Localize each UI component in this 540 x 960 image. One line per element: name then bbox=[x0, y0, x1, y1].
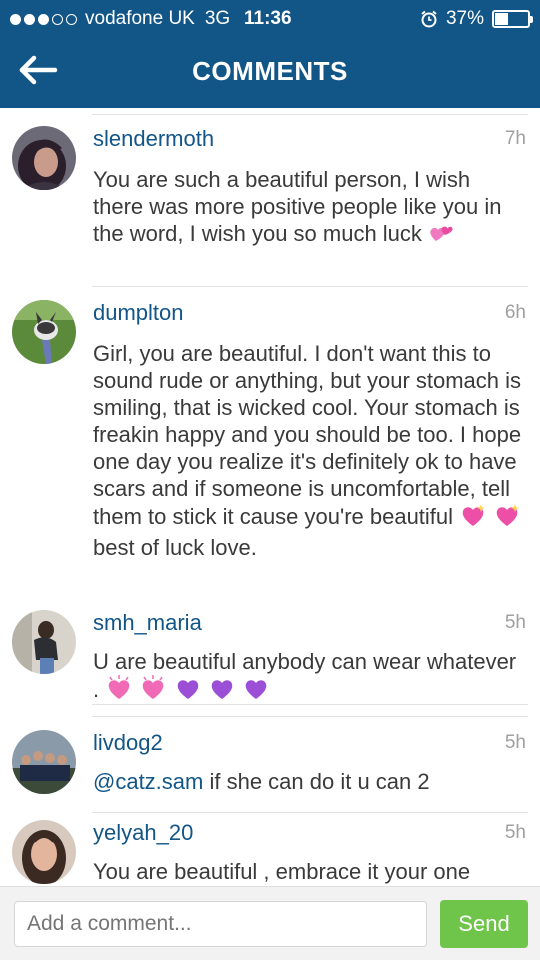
comment-input[interactable] bbox=[14, 901, 427, 947]
page-title: COMMENTS bbox=[192, 56, 348, 86]
comment-composer: Send bbox=[0, 886, 540, 960]
comment-time: 5h bbox=[504, 612, 526, 633]
comments-list[interactable]: slendermoth 7h You are such a beautiful … bbox=[0, 108, 540, 886]
divider bbox=[92, 812, 528, 813]
battery-percent: 37% bbox=[445, 8, 484, 29]
comment-username[interactable]: yelyah_20 bbox=[93, 820, 193, 846]
avatar[interactable] bbox=[12, 820, 76, 884]
clock: 11:36 bbox=[244, 8, 292, 29]
sparkling-heart-icon bbox=[493, 502, 521, 534]
hearts-icon bbox=[428, 221, 456, 251]
comment-text: You are such a beautiful person, I wish … bbox=[93, 166, 523, 251]
comment-text: U are beautiful anybody can wear whateve… bbox=[93, 648, 523, 707]
purple-heart-icon bbox=[208, 675, 236, 707]
divider bbox=[92, 716, 528, 717]
comment-username[interactable]: livdog2 bbox=[93, 730, 163, 756]
divider bbox=[92, 286, 528, 287]
send-button[interactable]: Send bbox=[440, 900, 528, 948]
comment-text: @catz.sam if she can do it u can 2 bbox=[93, 769, 430, 794]
comment-username[interactable]: dumplton bbox=[93, 300, 184, 326]
network-type: 3G bbox=[204, 8, 231, 29]
battery-icon bbox=[492, 10, 533, 28]
status-left: vodafone UK 3G bbox=[10, 8, 230, 30]
mention-link[interactable]: @catz.sam bbox=[93, 769, 203, 794]
comment-time: 5h bbox=[504, 822, 526, 843]
carrier-name: vodafone UK bbox=[85, 8, 195, 29]
signal-strength-icon bbox=[10, 13, 77, 25]
alarm-icon bbox=[421, 10, 437, 28]
avatar[interactable] bbox=[12, 126, 76, 190]
sparkling-heart-icon bbox=[139, 675, 167, 707]
comment-time: 5h bbox=[504, 732, 526, 753]
purple-heart-icon bbox=[174, 675, 202, 707]
purple-heart-icon bbox=[242, 675, 270, 707]
comment-text: Girl, you are beautiful. I don't want th… bbox=[93, 341, 522, 560]
top-bar: vodafone UK 3G 11:36 37% COMMENTS bbox=[0, 0, 540, 108]
comment-username[interactable]: smh_maria bbox=[93, 610, 202, 636]
comment-time: 6h bbox=[504, 302, 526, 323]
status-bar: vodafone UK 3G 11:36 37% bbox=[0, 0, 540, 38]
avatar[interactable] bbox=[12, 300, 76, 364]
sparkling-heart-icon bbox=[459, 502, 487, 534]
avatar[interactable] bbox=[12, 730, 76, 794]
comment-time: 7h bbox=[504, 128, 526, 149]
divider bbox=[92, 114, 528, 115]
comment-text: You are beautiful , embrace it your one bbox=[93, 859, 471, 884]
avatar[interactable] bbox=[12, 610, 76, 674]
battery-fill bbox=[495, 13, 508, 25]
sparkling-heart-icon bbox=[105, 675, 133, 707]
comment-username[interactable]: slendermoth bbox=[93, 126, 214, 152]
status-right: 37% bbox=[420, 8, 533, 30]
